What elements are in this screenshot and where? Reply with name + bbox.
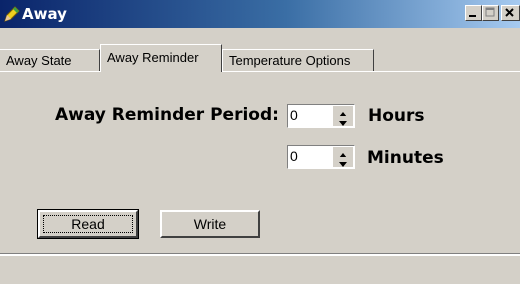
window-title: Away	[22, 5, 67, 23]
minutes-input[interactable]	[290, 148, 330, 164]
spin-down-icon[interactable]	[333, 157, 353, 167]
spin-down-icon[interactable]	[333, 116, 353, 126]
tab-strip: Away State Away Reminder Temperature Opt…	[0, 44, 520, 72]
hours-input[interactable]	[290, 107, 330, 123]
pencil-icon	[4, 6, 20, 22]
write-button[interactable]: Write	[160, 210, 260, 238]
read-button[interactable]: Read	[37, 209, 139, 239]
minutes-spin-buttons[interactable]	[333, 147, 353, 167]
hours-spinner[interactable]	[287, 104, 355, 128]
hours-unit-label: Hours	[368, 106, 425, 126]
maximize-icon	[485, 7, 495, 17]
minimize-button[interactable]	[465, 5, 482, 21]
tab-label: Away State	[6, 53, 72, 68]
spin-up-icon[interactable]	[333, 106, 353, 117]
tab-label: Temperature Options	[229, 53, 351, 68]
tab-divider	[0, 71, 520, 72]
minutes-spinner[interactable]	[287, 145, 355, 169]
title-bar: Away	[0, 0, 520, 28]
away-reminder-period-label: Away Reminder Period:	[55, 105, 279, 125]
tab-away-reminder[interactable]: Away Reminder	[100, 44, 222, 72]
tab-away-state[interactable]: Away State	[0, 49, 100, 71]
minutes-unit-label: Minutes	[367, 148, 444, 168]
spin-up-icon[interactable]	[333, 147, 353, 158]
focus-rect	[43, 215, 133, 233]
write-button-label: Write	[193, 216, 227, 232]
close-button[interactable]	[501, 5, 520, 21]
tab-temperature-options[interactable]: Temperature Options	[222, 49, 374, 71]
maximize-button[interactable]	[482, 5, 499, 21]
tab-label: Away Reminder	[107, 50, 199, 65]
close-icon	[505, 8, 514, 17]
hours-spin-buttons[interactable]	[333, 106, 353, 126]
minimize-icon	[469, 15, 476, 17]
status-divider	[0, 253, 520, 256]
